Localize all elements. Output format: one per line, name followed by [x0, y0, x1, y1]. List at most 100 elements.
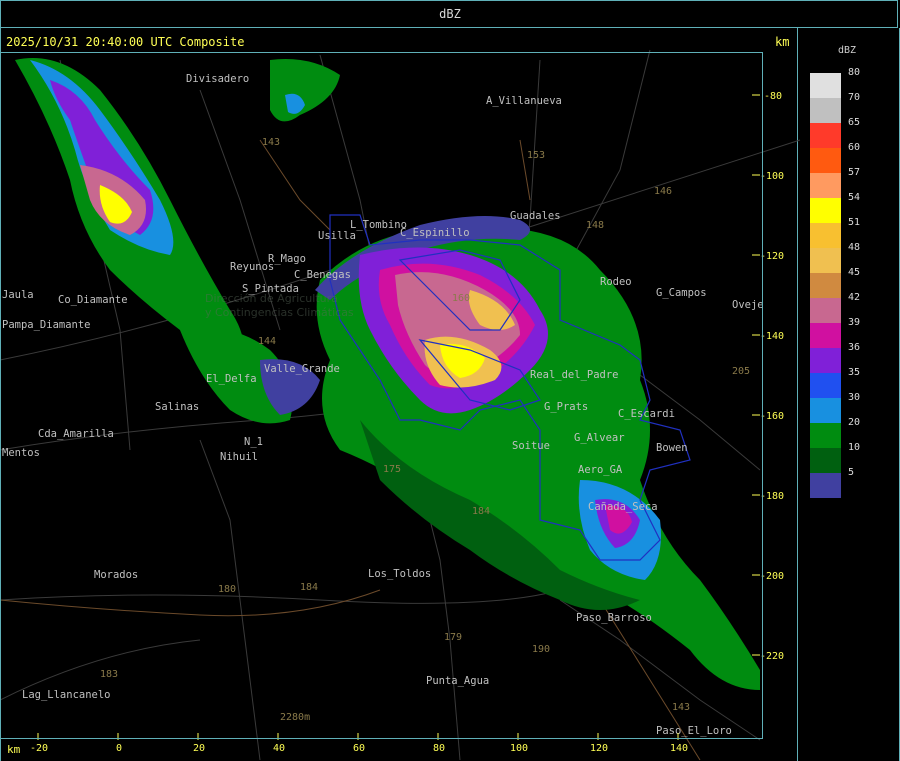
route-number: 160	[452, 293, 470, 304]
place-label: Co_Diamante	[58, 294, 128, 306]
x-tick-label: 100	[510, 743, 528, 754]
legend-swatch	[810, 98, 841, 123]
place-label: Paso_Barroso	[576, 612, 652, 624]
legend-swatch	[810, 248, 841, 273]
place-label: El_Delfa	[206, 373, 257, 385]
legend-swatch	[810, 373, 841, 398]
place-label: Real_del_Padre	[530, 369, 619, 381]
legend-swatch	[810, 198, 841, 223]
legend-label: 36	[848, 342, 861, 353]
legend-label: 65	[848, 117, 861, 128]
route-number: 143	[672, 702, 690, 713]
y-tick-label: -220	[760, 651, 784, 662]
legend-swatch	[810, 73, 841, 98]
x-tick-label: 60	[353, 743, 365, 754]
x-tick-label: 120	[590, 743, 608, 754]
route-number: 148	[586, 220, 604, 231]
place-label: Cañada_Seca	[588, 501, 658, 513]
legend-swatch	[810, 223, 841, 248]
route-number: 205	[732, 366, 750, 377]
legend-label: 60	[848, 142, 861, 153]
legend-title: dBZ	[838, 45, 857, 56]
place-label: L_Tombino	[350, 219, 407, 231]
legend-label: 54	[848, 192, 861, 203]
legend-label: 30	[848, 392, 861, 403]
watermark-line1: Dirección de Agricultura	[205, 292, 338, 305]
radar-map[interactable]: Divisadero A_Villanueva Usilla L_Tombino…	[0, 0, 900, 761]
legend-label: 80	[848, 67, 861, 78]
legend-label: 5	[848, 467, 855, 478]
place-label: Salinas	[155, 401, 199, 413]
place-label: Mentos	[2, 447, 40, 459]
route-number: 153	[527, 150, 545, 161]
place-label: Rodeo	[600, 276, 632, 288]
route-number: 183	[100, 669, 118, 680]
legend-swatch	[810, 123, 841, 148]
y-tick-label: -100	[760, 171, 784, 182]
legend-swatch	[810, 298, 841, 323]
place-label: Soitue	[512, 440, 550, 452]
place-label: N_1	[244, 436, 263, 448]
legend-label: 45	[848, 267, 861, 278]
place-label: Lag_Llancanelo	[22, 689, 111, 701]
y-axis-ticks: -80 -100 -120 -140 -160 -180 -200 -220	[760, 91, 784, 662]
place-label: C_Escardi	[618, 408, 675, 420]
legend-label: 10	[848, 442, 861, 453]
y-tick-label: -120	[760, 251, 784, 262]
place-label: A_Villanueva	[486, 95, 562, 107]
place-label: G_Campos	[656, 287, 707, 299]
place-label: Morados	[94, 569, 138, 581]
place-label: G_Alvear	[574, 432, 625, 444]
route-number: 180	[218, 584, 236, 595]
timestamp: 2025/10/31 20:40:00 UTC Composite	[6, 35, 245, 49]
y-tick-label: -160	[760, 411, 784, 422]
place-label: Divisadero	[186, 73, 249, 85]
x-tick-label: 40	[273, 743, 285, 754]
route-number: 184	[472, 506, 490, 517]
legend-swatch	[810, 173, 841, 198]
place-label: G_Prats	[544, 401, 588, 413]
legend-label: 48	[848, 242, 861, 253]
legend-label: 51	[848, 217, 861, 228]
legend-swatch	[810, 423, 841, 448]
place-label: Jaula	[2, 289, 34, 301]
x-axis-ticks: -20 0 20 40 60 80 100 120 140	[30, 743, 688, 754]
route-number: 144	[258, 336, 276, 347]
legend-label: 42	[848, 292, 861, 303]
x-tick-label: 20	[193, 743, 205, 754]
km-label-bottom: km	[7, 743, 21, 756]
place-label: Pampa_Diamante	[2, 319, 91, 331]
place-label: Los_Toldos	[368, 568, 431, 580]
legend-swatch	[810, 473, 841, 498]
legend-swatch	[810, 398, 841, 423]
x-tick-label: 140	[670, 743, 688, 754]
place-label: Usilla	[318, 230, 356, 242]
x-tick-label: -20	[30, 743, 48, 754]
route-number: 2280m	[280, 712, 310, 723]
route-number: 190	[532, 644, 550, 655]
legend-label: 39	[848, 317, 861, 328]
legend-label: 57	[848, 167, 861, 178]
route-number: 184	[300, 582, 318, 593]
legend-swatch	[810, 323, 841, 348]
route-number: 143	[262, 137, 280, 148]
legend-swatch	[810, 448, 841, 473]
watermark: Dirección de Agricultura y Contingencias…	[205, 292, 354, 319]
x-tick-label: 0	[116, 743, 122, 754]
y-tick-label: -180	[760, 491, 784, 502]
place-label: Valle_Grande	[264, 363, 340, 375]
route-number: 179	[444, 632, 462, 643]
legend-label: 35	[848, 367, 861, 378]
place-label: Cda_Amarilla	[38, 428, 114, 440]
place-label: Punta_Agua	[426, 675, 489, 687]
place-label: Nihuil	[220, 451, 258, 463]
place-label: Bowen	[656, 442, 688, 454]
y-tick-label: -200	[760, 571, 784, 582]
place-label: R_Mago	[268, 253, 306, 265]
place-label: Oveje	[732, 299, 764, 311]
y-tick-label: -140	[760, 331, 784, 342]
route-number: 146	[654, 186, 672, 197]
watermark-line2: y Contingencias Climáticas	[205, 306, 354, 319]
place-label: C_Benegas	[294, 269, 351, 281]
x-tick-label: 80	[433, 743, 445, 754]
